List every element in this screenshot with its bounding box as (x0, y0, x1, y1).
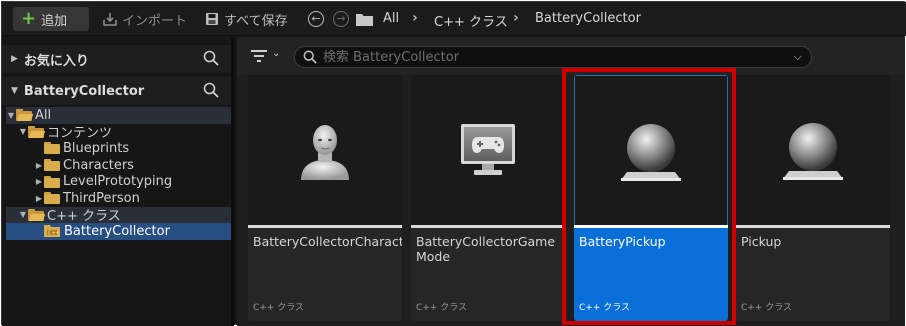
expanded-triangle-icon: ▼ (19, 127, 27, 137)
folder-open-icon (16, 109, 34, 122)
content-browser-window: + 追加 インポート すべて保存 ← → All › C++ クラス › Bat… (1, 1, 906, 326)
asset-type: C++ クラス (741, 303, 793, 313)
character-bust-icon (301, 125, 349, 180)
asset-thumbnail (736, 75, 890, 225)
tree-item-label: ThirdPerson (63, 190, 140, 206)
tree-item-label: LevelPrototyping (63, 174, 173, 190)
collapsed-triangle-icon: ▶ (35, 193, 43, 203)
project-label: BatteryCollector (23, 83, 145, 99)
breadcrumb-chevron-icon: › (412, 10, 418, 26)
tree-item-label: Blueprints (63, 140, 130, 156)
folder-tree: ▼ All ▼ コンテンツ Blueprints ▶ Characters ▶ (6, 107, 231, 240)
tree-item-label: コンテンツ (47, 126, 113, 142)
tree-item-blueprints[interactable]: Blueprints (6, 140, 231, 157)
tree-item-cpp-classes[interactable]: ▼ C++ クラス (6, 206, 231, 225)
import-button[interactable]: インポート (102, 7, 187, 31)
plus-icon: + (21, 8, 37, 29)
add-button-label: 追加 (41, 13, 68, 29)
save-all-button[interactable]: すべて保存 (205, 7, 288, 31)
search-icon (303, 50, 317, 64)
game-mode-monitor-icon (461, 124, 515, 175)
annotation-highlight-box (562, 68, 736, 325)
favorites-header[interactable]: ▶ お気に入り (2, 45, 231, 73)
chevron-down-icon[interactable]: ⌵ (794, 50, 802, 64)
folder-icon (44, 175, 60, 188)
breadcrumb-batterycollector[interactable]: BatteryCollector (535, 11, 641, 26)
tree-item-levelprototyping[interactable]: ▶ LevelPrototyping (6, 173, 231, 190)
search-icon[interactable] (203, 50, 219, 66)
asset-type: C++ クラス (416, 303, 468, 313)
asset-name: BatteryCollectorCharacter (253, 234, 402, 249)
tree-item-content[interactable]: ▼ コンテンツ (6, 124, 231, 141)
search-icon[interactable] (203, 82, 219, 98)
tree-item-batterycollector[interactable]: C++ BatteryCollector (6, 223, 231, 240)
expanded-triangle-icon: ▼ (19, 210, 27, 220)
toolbar: + 追加 インポート すべて保存 ← → All › C++ クラス › Bat… (2, 2, 906, 36)
expanded-triangle-icon: ▼ (7, 110, 15, 120)
folder-icon (44, 142, 60, 155)
chevron-down-icon[interactable]: ⌄ (272, 48, 280, 59)
forward-arrow-icon[interactable]: → (333, 11, 349, 27)
asset-thumbnail (248, 75, 402, 225)
tree-item-characters[interactable]: ▶ Characters (6, 157, 231, 174)
tree-item-label: C++ クラス (47, 209, 121, 225)
favorites-label: お気に入り (23, 53, 89, 69)
add-button[interactable]: + 追加 (13, 7, 89, 31)
filter-icon[interactable] (251, 50, 267, 62)
collapsed-triangle-icon: ▶ (35, 160, 43, 170)
save-icon (206, 13, 218, 25)
asset-search-input[interactable] (323, 48, 783, 66)
folder-open-icon (28, 208, 46, 221)
asset-tile[interactable]: Pickup C++ クラス (736, 75, 890, 321)
folder-open-icon (28, 125, 46, 138)
breadcrumb-chevron-icon: › (513, 10, 519, 26)
breadcrumb-all[interactable]: All (383, 11, 399, 26)
folder-icon (44, 192, 60, 205)
tree-item-thirdperson[interactable]: ▶ ThirdPerson (6, 190, 231, 207)
import-button-label: インポート (122, 13, 188, 29)
import-icon (103, 13, 117, 26)
cpp-folder-icon: C++ (44, 225, 60, 238)
tree-item-label: Characters (63, 157, 134, 173)
expanded-triangle-icon: ▼ (11, 86, 18, 96)
breadcrumb-cpp-classes[interactable]: C++ クラス (434, 11, 508, 30)
tree-item-all[interactable]: ▼ All (6, 107, 231, 124)
back-arrow-icon[interactable]: ← (308, 11, 324, 27)
folder-icon[interactable] (356, 13, 373, 26)
asset-type: C++ クラス (253, 303, 305, 313)
tree-item-label: All (35, 107, 52, 123)
asset-name: BatteryCollectorGame Mode (416, 234, 556, 264)
collapsed-triangle-icon: ▶ (11, 54, 18, 64)
actor-sphere-icon (783, 123, 843, 180)
project-header[interactable]: ▼ BatteryCollector (2, 77, 231, 105)
asset-name: Pickup (741, 234, 782, 249)
asset-search-field[interactable]: ⌵ (294, 46, 812, 68)
asset-thumbnail (411, 75, 565, 225)
asset-tile[interactable]: BatteryCollectorCharacter C++ クラス (248, 75, 402, 321)
asset-tile[interactable]: BatteryCollectorGame Mode C++ クラス (411, 75, 565, 321)
collapsed-triangle-icon: ▶ (35, 177, 43, 187)
sources-panel: ▶ お気に入り ▼ BatteryCollector ▼ All ▼ コンテンツ… (2, 37, 234, 326)
tree-item-label: BatteryCollector (64, 223, 170, 239)
svg-text:C++: C++ (48, 231, 60, 237)
folder-icon (44, 159, 60, 172)
save-all-label: すべて保存 (224, 13, 288, 29)
